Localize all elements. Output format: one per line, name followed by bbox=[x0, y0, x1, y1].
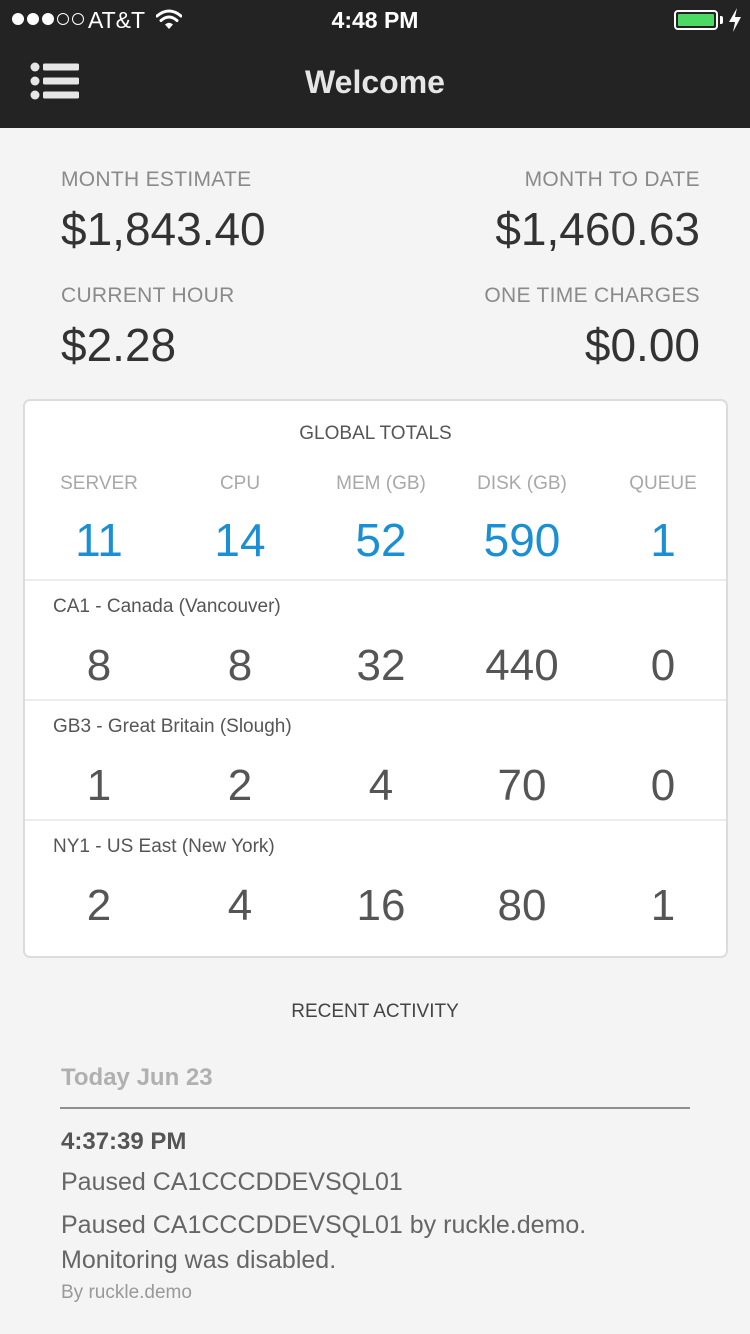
row-divider bbox=[25, 579, 726, 581]
month-estimate-value: $1,843.40 bbox=[61, 203, 266, 255]
column-header-disk: DISK (GB) bbox=[477, 473, 567, 494]
region-gb3-mem: 4 bbox=[368, 761, 394, 810]
month-estimate-label: MONTH ESTIMATE bbox=[61, 168, 252, 191]
status-bar: AT&T 4:48 PM bbox=[0, 0, 750, 40]
global-totals-card: GLOBAL TOTALS SERVER CPU MEM (GB) DISK (… bbox=[23, 399, 728, 958]
status-time: 4:48 PM bbox=[331, 7, 419, 33]
month-to-date: MONTH TO DATE $1,460.63 bbox=[495, 168, 700, 256]
activity-time: 4:37:39 PM bbox=[61, 1128, 187, 1155]
month-to-date-label: MONTH TO DATE bbox=[524, 168, 700, 191]
one-time-charges-label: ONE TIME CHARGES bbox=[484, 284, 700, 307]
region-name-ca1[interactable]: CA1 - Canada (Vancouver) bbox=[53, 596, 281, 618]
region-ny1-server: 2 bbox=[86, 881, 112, 930]
month-estimate: MONTH ESTIMATE $1,843.40 bbox=[61, 168, 266, 256]
battery-terminal bbox=[720, 16, 723, 24]
current-hour-label: CURRENT HOUR bbox=[61, 284, 235, 307]
region-gb3-server: 1 bbox=[86, 761, 112, 810]
row-divider bbox=[25, 699, 726, 701]
region-gb3-queue: 0 bbox=[650, 761, 676, 810]
region-gb3-disk: 70 bbox=[497, 761, 547, 810]
column-header-server: SERVER bbox=[60, 473, 138, 494]
region-name-gb3[interactable]: GB3 - Great Britain (Slough) bbox=[53, 716, 292, 738]
region-ca1-queue: 0 bbox=[650, 641, 676, 690]
total-disk: 590 bbox=[483, 514, 561, 566]
one-time-charges-value: $0.00 bbox=[584, 319, 700, 371]
region-ny1-cpu: 4 bbox=[227, 881, 253, 930]
column-header-mem: MEM (GB) bbox=[336, 473, 426, 494]
region-ny1-mem: 16 bbox=[356, 881, 406, 930]
activity-author: By ruckle.demo bbox=[61, 1282, 192, 1303]
region-ca1-cpu: 8 bbox=[227, 641, 253, 690]
column-header-cpu: CPU bbox=[219, 473, 261, 494]
page-title: Welcome bbox=[305, 64, 445, 100]
current-hour: CURRENT HOUR $2.28 bbox=[61, 284, 235, 372]
total-queue: 1 bbox=[650, 514, 676, 566]
region-gb3-cpu: 2 bbox=[227, 761, 253, 810]
total-server: 11 bbox=[75, 514, 123, 566]
row-divider bbox=[25, 819, 726, 821]
column-header-queue: QUEUE bbox=[629, 473, 697, 494]
global-totals-title: GLOBAL TOTALS bbox=[299, 423, 452, 444]
date-divider bbox=[60, 1107, 690, 1109]
region-ny1-queue: 1 bbox=[650, 881, 676, 930]
region-name-ny1[interactable]: NY1 - US East (New York) bbox=[53, 836, 275, 858]
current-hour-value: $2.28 bbox=[61, 319, 177, 371]
month-to-date-value: $1,460.63 bbox=[495, 203, 700, 255]
region-ca1-disk: 440 bbox=[485, 641, 559, 690]
recent-activity-title: RECENT ACTIVITY bbox=[291, 1001, 459, 1022]
activity-date-header: Today Jun 23 bbox=[61, 1064, 213, 1091]
one-time-charges: ONE TIME CHARGES $0.00 bbox=[484, 284, 700, 372]
region-ny1-disk: 80 bbox=[497, 881, 547, 930]
region-ca1-server: 8 bbox=[86, 641, 112, 690]
total-cpu: 14 bbox=[214, 514, 266, 566]
activity-description: Paused CA1CCCDDEVSQL01 by ruckle.demo. M… bbox=[61, 1211, 587, 1274]
activity-title[interactable]: Paused CA1CCCDDEVSQL01 bbox=[61, 1168, 403, 1197]
battery-icon bbox=[674, 10, 718, 30]
total-mem: 52 bbox=[355, 514, 407, 566]
charging-bolt-icon bbox=[729, 8, 741, 32]
region-ca1-mem: 32 bbox=[356, 641, 406, 690]
top-bar: AT&T 4:48 PM Welcome bbox=[0, 0, 750, 128]
